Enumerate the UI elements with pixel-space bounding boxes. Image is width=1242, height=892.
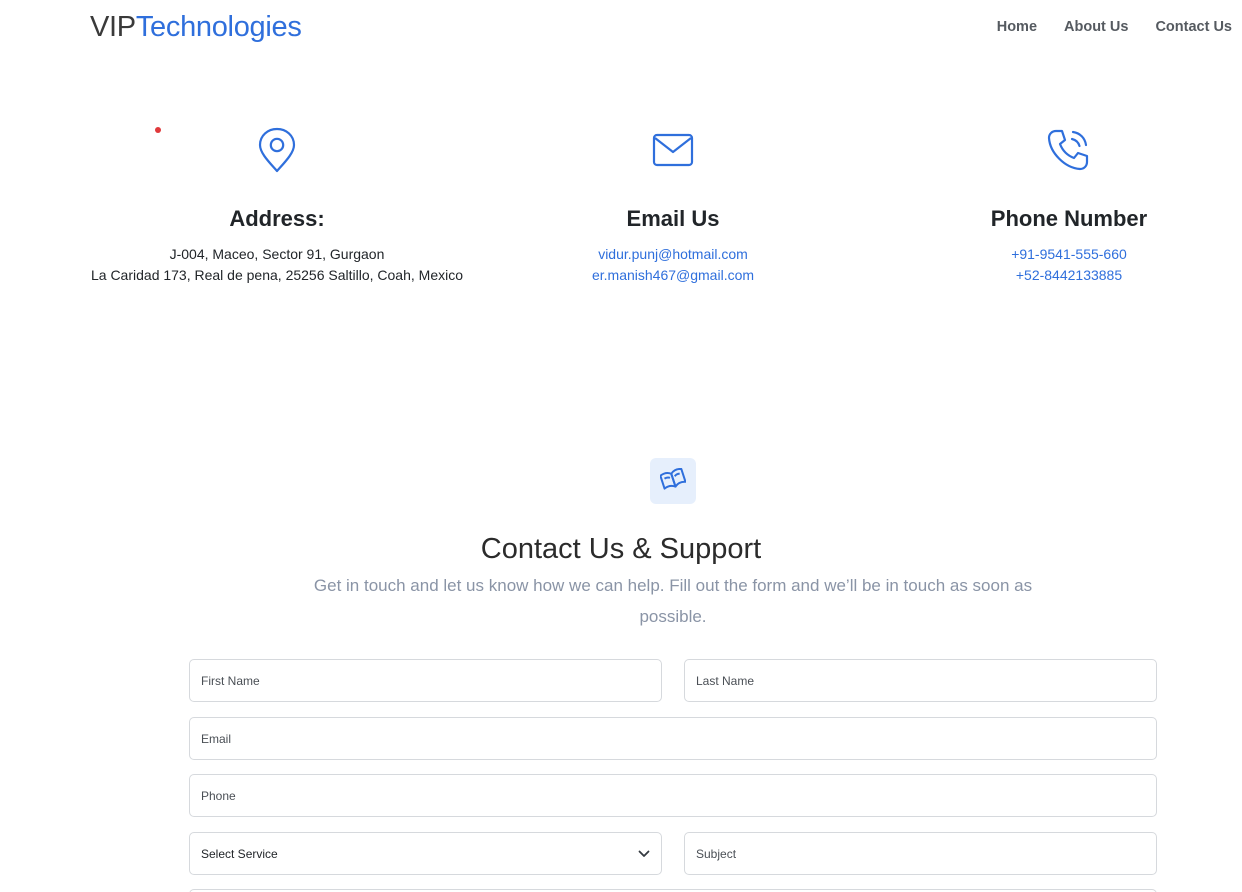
last-name-field[interactable]	[684, 659, 1157, 702]
phone-lines: +91-9541-555-660 +52-8442133885	[859, 244, 1242, 286]
nav-about-link[interactable]: About Us	[1064, 17, 1128, 37]
address-title: Address:	[229, 206, 325, 231]
address-line-2: La Caridad 173, Real de pena, 25256 Salt…	[90, 267, 464, 283]
email-lines: vidur.punj@hotmail.com er.manish467@gmai…	[463, 244, 883, 286]
last-name-input[interactable]	[696, 673, 1145, 688]
phone-block: Phone Number +91-9541-555-660 +52-844213…	[859, 126, 1242, 286]
phone-link-2[interactable]: +52-8442133885	[859, 265, 1242, 286]
brand-part-technologies: Technologies	[135, 11, 302, 43]
email-field[interactable]	[189, 717, 1157, 760]
brand-part-vip: VIP	[90, 11, 136, 43]
nav-home-link[interactable]: Home	[997, 17, 1037, 37]
address-line-1: J-004, Maceo, Sector 91, Gurgaon	[169, 246, 385, 262]
service-select[interactable]: Select Service	[189, 832, 662, 875]
contact-subtitle: Get in touch and let us know how we can …	[313, 576, 1033, 626]
service-select-value: Select Service	[201, 846, 278, 861]
phone-link-1[interactable]: +91-9541-555-660	[859, 244, 1242, 265]
phone-field[interactable]	[189, 774, 1157, 817]
envelope-icon	[463, 126, 883, 174]
main-nav: Home About Us Contact Us	[997, 17, 1232, 37]
navbar: VIPTechnologies Home About Us Contact Us	[0, 0, 1242, 56]
chevron-down-icon	[638, 847, 650, 861]
book-icon	[659, 467, 687, 495]
address-block: Address: J-004, Maceo, Sector 91, Gurgao…	[67, 126, 487, 286]
cursor-dot	[155, 127, 161, 133]
first-name-input[interactable]	[201, 673, 650, 688]
brand-logo[interactable]: VIPTechnologies	[90, 9, 302, 45]
phone-input[interactable]	[201, 788, 1145, 803]
phone-title: Phone Number	[990, 206, 1148, 231]
first-name-field[interactable]	[189, 659, 662, 702]
contact-title: Contact Us & Support	[480, 533, 762, 565]
email-block: Email Us vidur.punj@hotmail.com er.manis…	[463, 126, 883, 286]
email-link-1[interactable]: vidur.punj@hotmail.com	[463, 244, 883, 265]
nav-contact-link[interactable]: Contact Us	[1155, 17, 1232, 37]
email-link-2[interactable]: er.manish467@gmail.com	[463, 265, 883, 286]
phone-ringing-icon	[859, 126, 1242, 174]
address-lines: J-004, Maceo, Sector 91, Gurgaon La Cari…	[67, 244, 487, 286]
book-icon-badge	[650, 458, 696, 504]
email-title: Email Us	[626, 206, 720, 231]
map-pin-icon	[67, 126, 487, 174]
email-input[interactable]	[201, 731, 1145, 746]
subject-input[interactable]	[696, 846, 1145, 861]
subject-field[interactable]	[684, 832, 1157, 875]
